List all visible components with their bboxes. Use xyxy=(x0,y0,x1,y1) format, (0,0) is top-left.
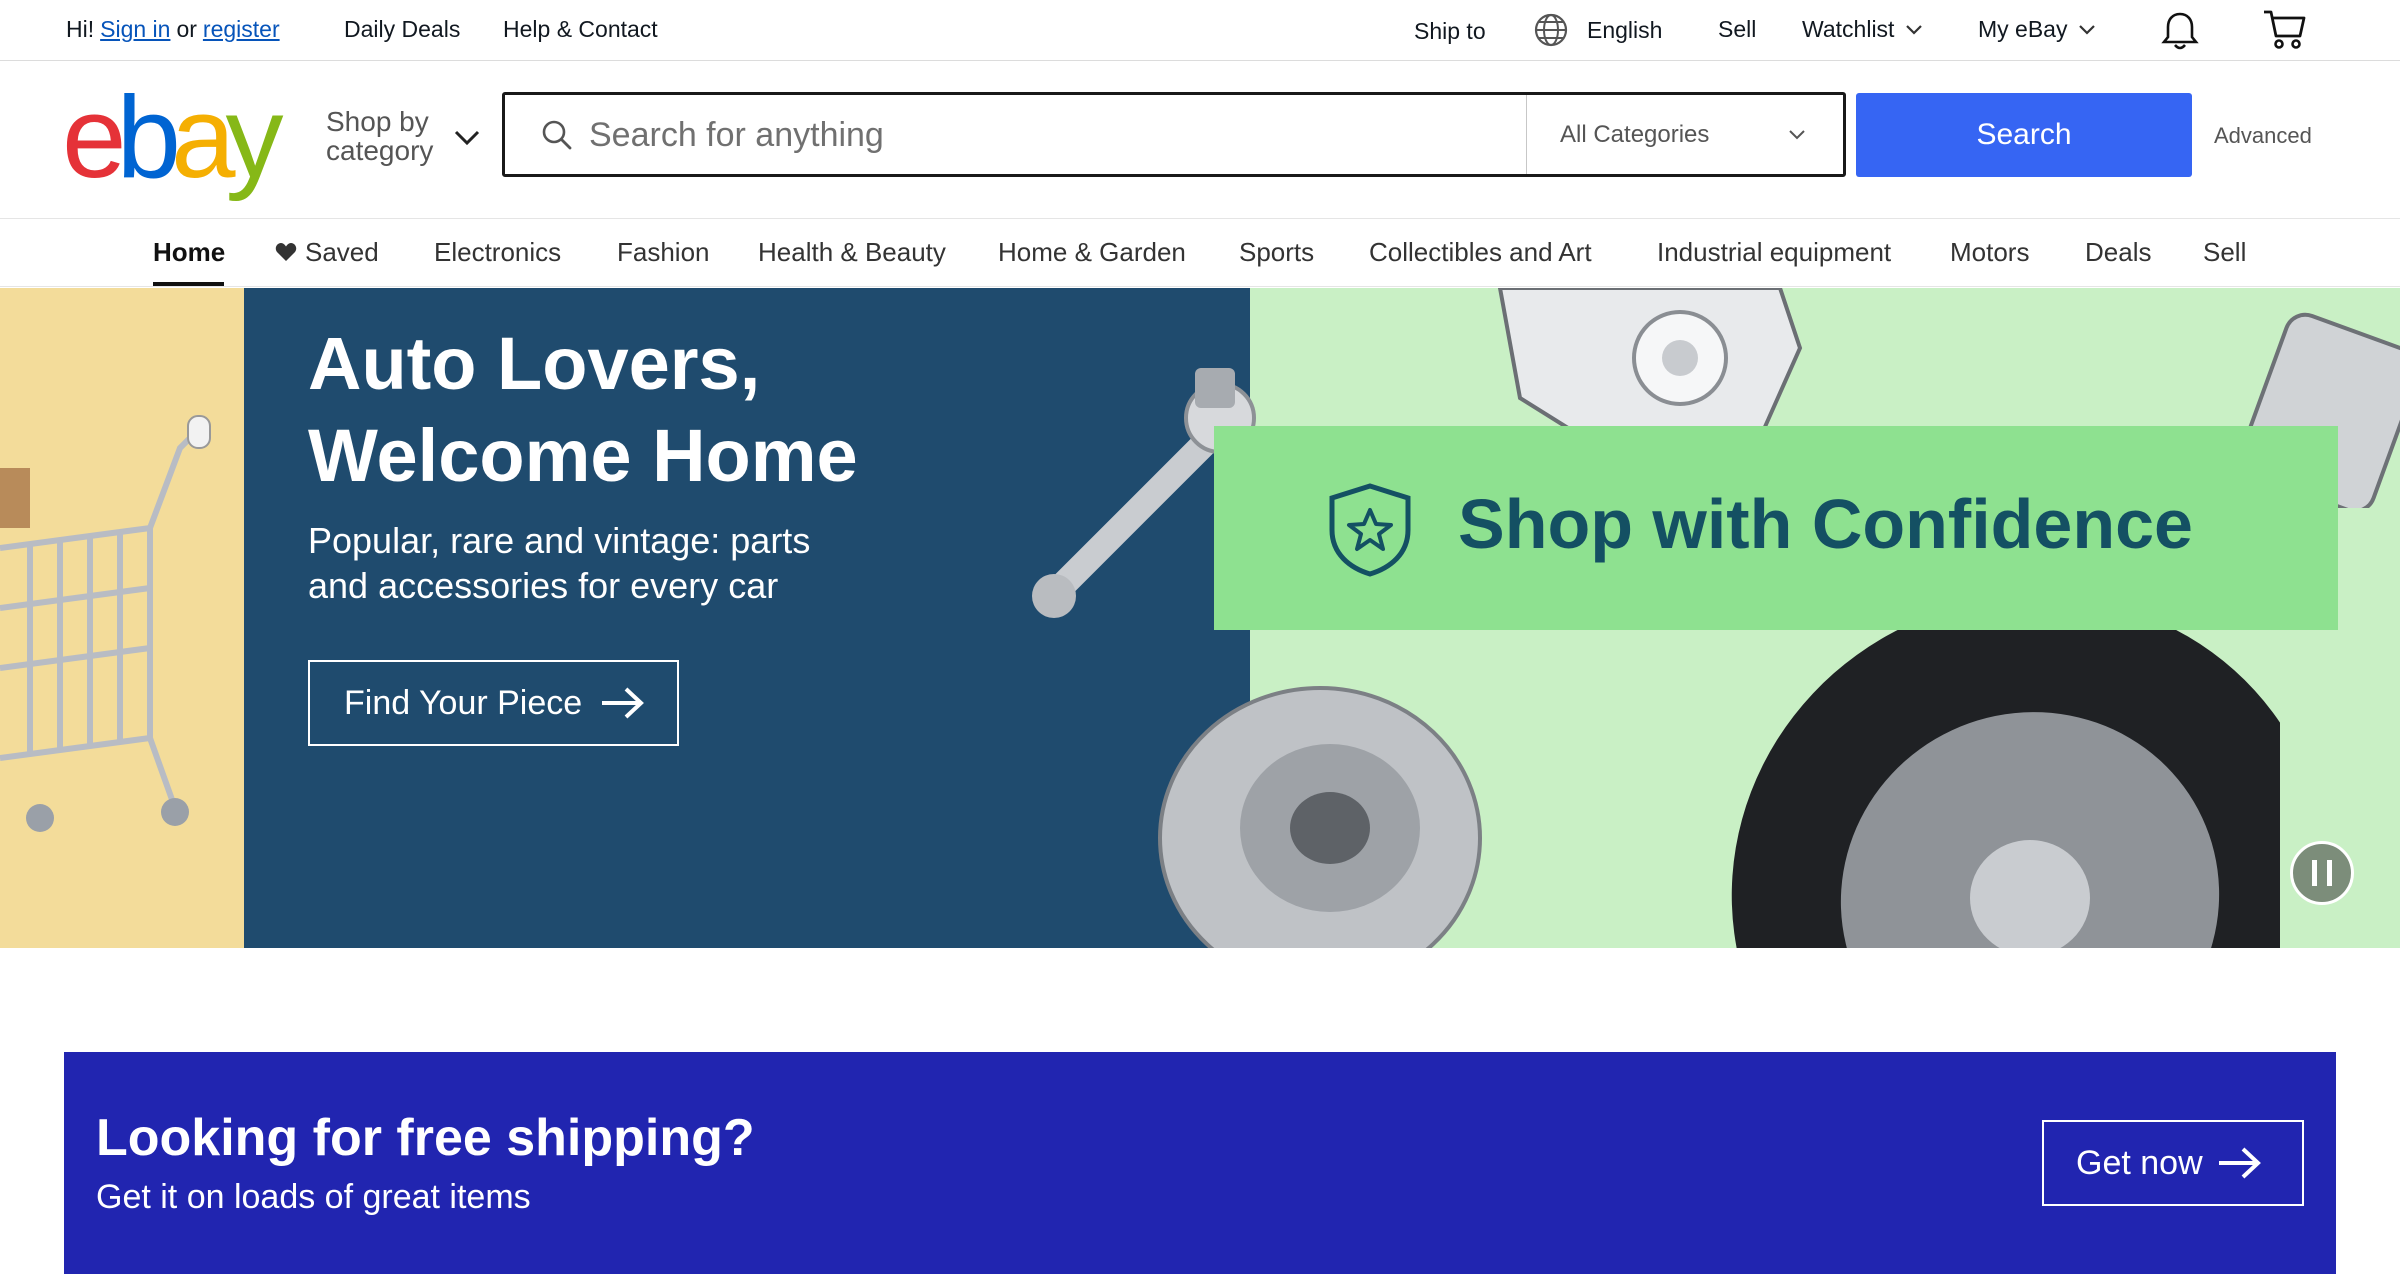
account-greeting: Hi! Sign in or register xyxy=(66,16,280,43)
shop-by-category-button[interactable]: Shop by category xyxy=(326,107,446,165)
category-select[interactable]: All Categories xyxy=(1526,95,1843,174)
hero-previous-slide xyxy=(0,288,244,948)
nav-item-sports[interactable]: Sports xyxy=(1239,237,1314,268)
my-ebay-menu[interactable]: My eBay xyxy=(1978,16,2097,43)
ebay-logo[interactable]: ebay xyxy=(62,79,284,195)
nav-item-fashion[interactable]: Fashion xyxy=(617,237,710,268)
get-now-button[interactable]: Get now xyxy=(2042,1120,2304,1206)
hero-carousel: Auto Lovers, Welcome Home Popular, rare … xyxy=(0,288,2400,948)
chevron-down-icon xyxy=(1906,24,1923,35)
search-icon xyxy=(542,120,572,150)
my-ebay-label: My eBay xyxy=(1978,16,2068,42)
hero-subtitle: Popular, rare and vintage: parts and acc… xyxy=(308,520,811,606)
category-nav: Home Saved Electronics Fashion Health & … xyxy=(0,219,2400,287)
find-your-piece-button[interactable]: Find Your Piece xyxy=(308,660,679,746)
shop-with-confidence-badge: Shop with Confidence xyxy=(1214,426,2338,630)
nav-item-collectibles-art[interactable]: Collectibles and Art xyxy=(1369,237,1592,268)
hero-title: Auto Lovers, Welcome Home xyxy=(308,322,858,497)
heart-icon xyxy=(275,243,297,261)
nav-item-home[interactable]: Home xyxy=(153,237,225,268)
chevron-down-icon[interactable] xyxy=(452,127,482,147)
arrow-right-icon xyxy=(2218,1147,2261,1179)
daily-deals-link[interactable]: Daily Deals xyxy=(344,16,460,43)
language-label: English xyxy=(1587,16,1663,43)
globe-icon xyxy=(1534,13,1568,47)
top-utility-bar: Hi! Sign in or register Daily Deals Help… xyxy=(0,0,2400,61)
free-shipping-banner: Looking for free shipping? Get it on loa… xyxy=(64,1052,2336,1274)
tire-image xyxy=(1731,598,2280,948)
promo-title: Looking for free shipping? xyxy=(96,1109,755,1167)
chevron-down-icon xyxy=(2079,24,2096,35)
nav-item-home-garden[interactable]: Home & Garden xyxy=(998,237,1186,268)
bell-icon[interactable] xyxy=(2160,10,2200,52)
nav-item-motors[interactable]: Motors xyxy=(1950,237,2029,268)
active-tab-indicator xyxy=(153,282,224,286)
nav-item-deals[interactable]: Deals xyxy=(2085,237,2151,268)
sell-link[interactable]: Sell xyxy=(1718,16,1756,43)
nav-item-sell[interactable]: Sell xyxy=(2203,237,2246,268)
nav-item-health-beauty[interactable]: Health & Beauty xyxy=(758,237,946,268)
hero-cta-label: Find Your Piece xyxy=(344,683,583,722)
promo-cta-label: Get now xyxy=(2076,1143,2203,1182)
cart-icon[interactable] xyxy=(2262,8,2308,52)
search-bar: All Categories xyxy=(502,92,1846,177)
language-selector[interactable]: English xyxy=(1533,12,1662,48)
category-select-value: All Categories xyxy=(1560,120,1710,148)
search-input[interactable] xyxy=(589,105,1509,165)
sign-in-link[interactable]: Sign in xyxy=(100,16,170,43)
watchlist-menu[interactable]: Watchlist xyxy=(1802,16,1924,43)
shopping-cart-image xyxy=(0,415,211,832)
help-contact-link[interactable]: Help & Contact xyxy=(503,16,658,43)
shield-star-icon xyxy=(1329,483,1411,577)
carousel-pause-button[interactable] xyxy=(2290,841,2354,905)
shop-with-confidence-text: Shop with Confidence xyxy=(1458,485,2193,563)
search-button[interactable]: Search xyxy=(1856,93,2192,177)
nav-item-saved-label: Saved xyxy=(305,237,379,267)
pause-icon xyxy=(2312,860,2332,886)
site-header: ebay Shop by category All Categories Sea… xyxy=(0,61,2400,219)
promo-subtitle: Get it on loads of great items xyxy=(96,1178,531,1216)
advanced-search-link[interactable]: Advanced xyxy=(2214,123,2312,149)
brake-disc-image xyxy=(1158,686,1482,948)
chevron-down-icon xyxy=(1789,130,1805,140)
watchlist-label: Watchlist xyxy=(1802,16,1895,42)
register-link[interactable]: register xyxy=(203,16,280,43)
arrow-right-icon xyxy=(602,687,645,719)
or-text: or xyxy=(176,16,197,42)
nav-item-saved[interactable]: Saved xyxy=(275,237,379,268)
greeting-text: Hi! xyxy=(66,16,95,42)
nav-item-electronics[interactable]: Electronics xyxy=(434,237,561,268)
nav-item-industrial-equipment[interactable]: Industrial equipment xyxy=(1657,237,1891,268)
ship-to-link[interactable]: Ship to xyxy=(1414,18,1486,45)
